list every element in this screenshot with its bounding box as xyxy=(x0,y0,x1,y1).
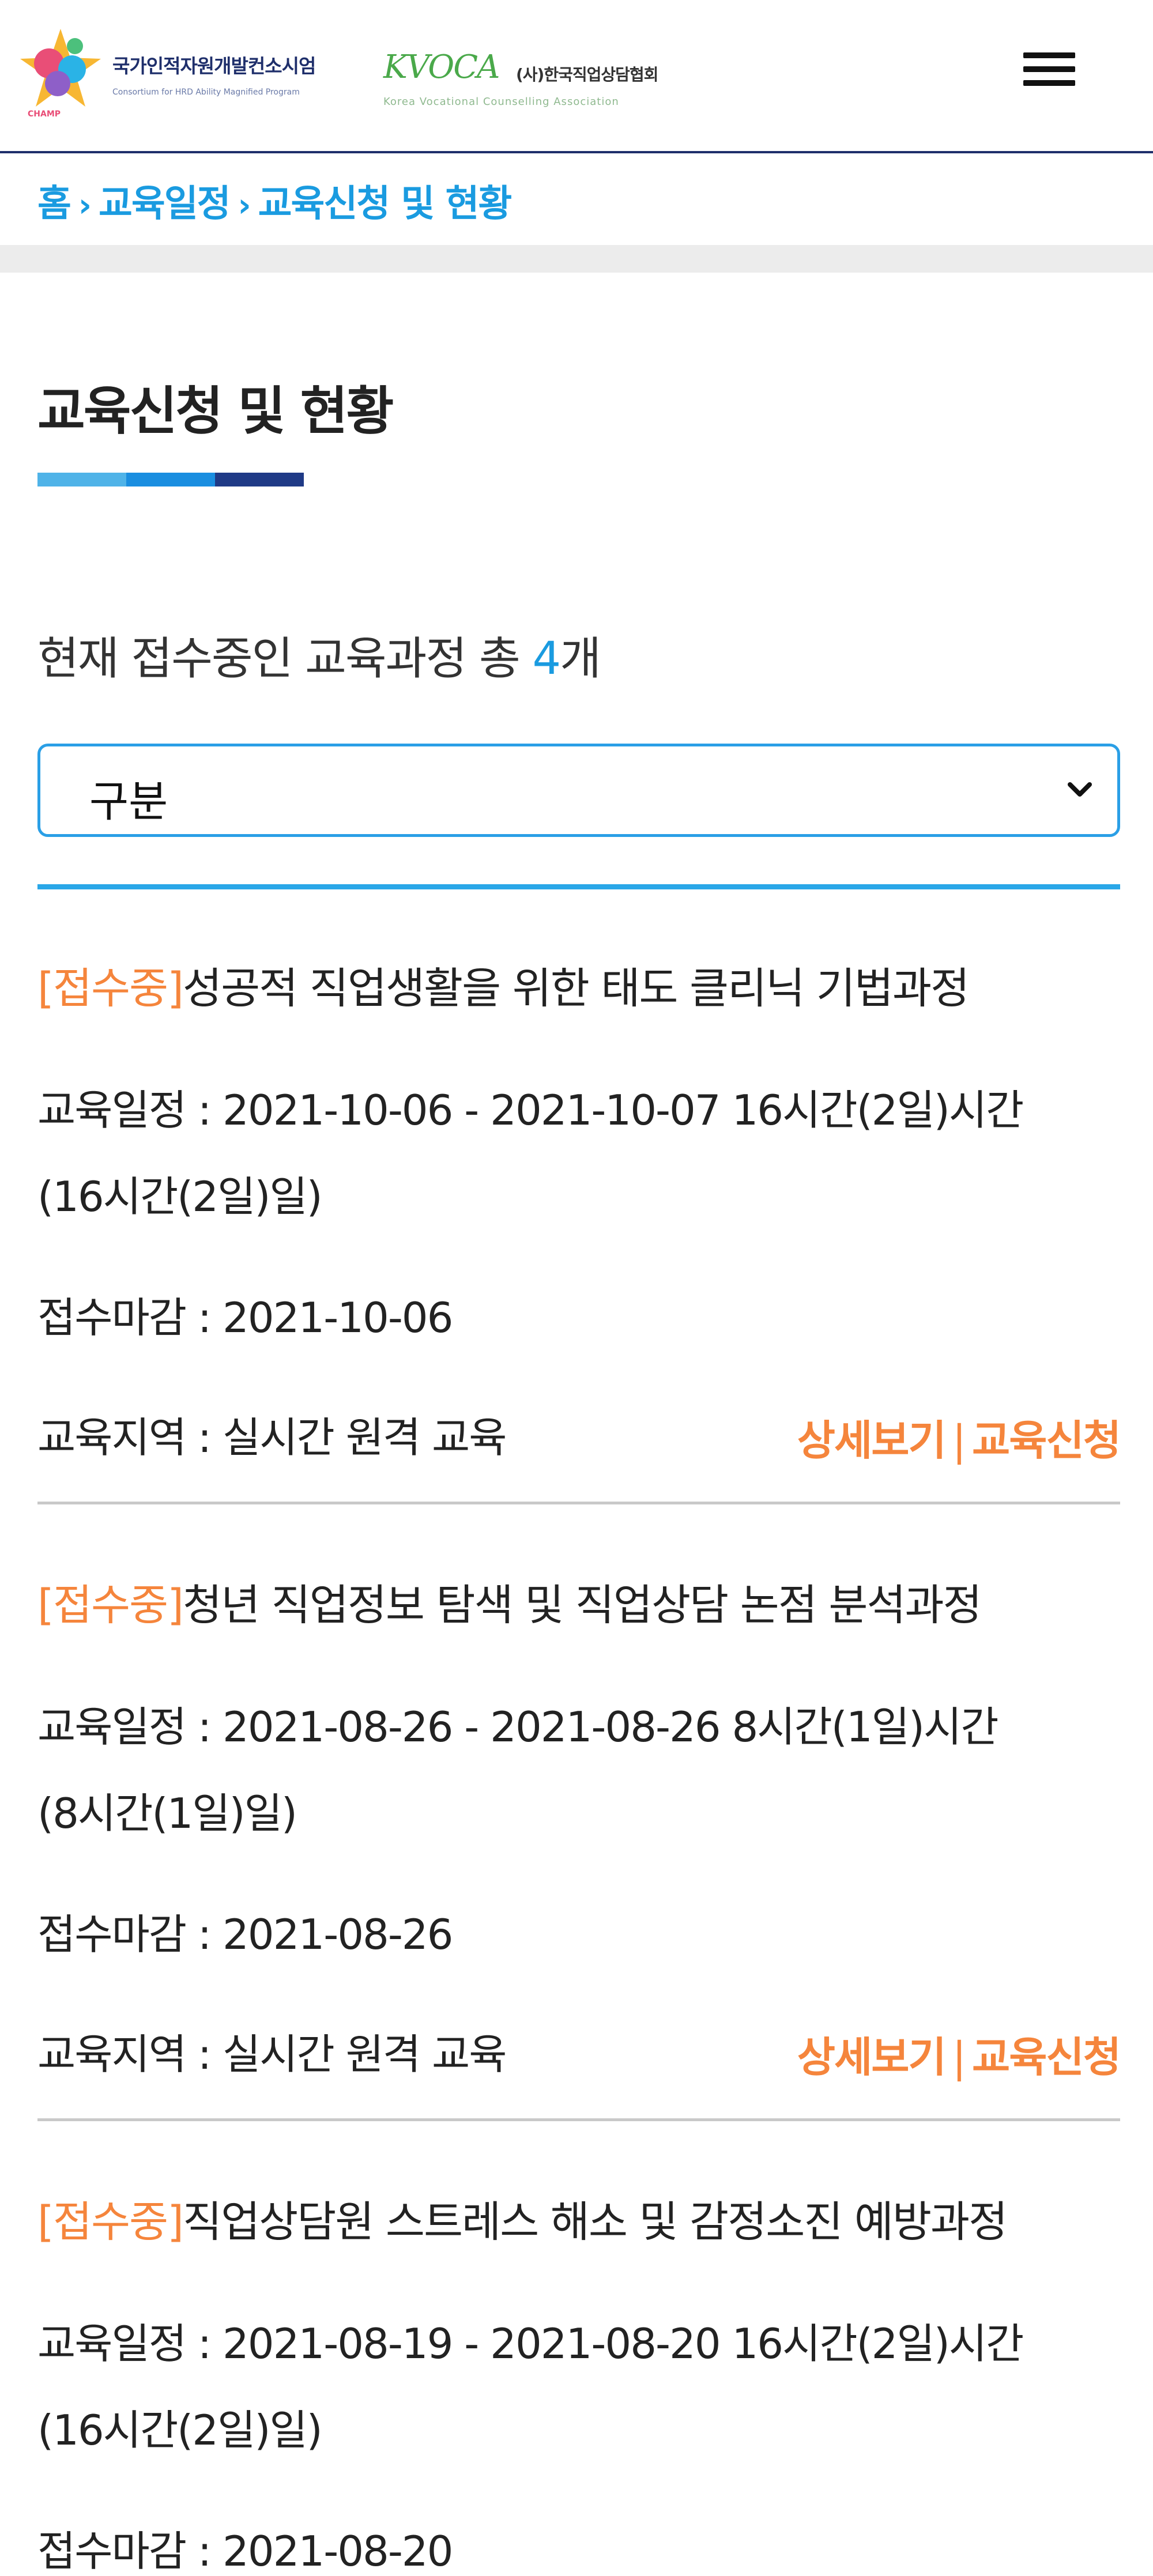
list-top-border xyxy=(37,884,1120,889)
kvoca-org-name: (사)한국직업상담협회 xyxy=(516,65,658,84)
apply-link[interactable]: 교육신청 xyxy=(972,1416,1121,1465)
course-region: 교육지역 : 실시간 원격 교육 xyxy=(37,2030,507,2079)
count-prefix: 현재 접수중인 교육과정 총 xyxy=(37,633,533,685)
course-actions: 상세보기 | 교육신청 xyxy=(797,2033,1121,2081)
status-badge: [접수중] xyxy=(37,1581,184,1630)
page-title: 교육신청 및 현황 xyxy=(37,381,394,442)
course-schedule-duration: (16시간(2일)일) xyxy=(37,1172,323,1221)
breadcrumb-home[interactable]: 홈 xyxy=(37,183,71,225)
breadcrumb-separator: › xyxy=(238,187,251,224)
kvoca-brand: KVOCA xyxy=(383,48,500,86)
kvoca-logo[interactable]: KVOCA (사)한국직업상담협회 Korea Vocational Couns… xyxy=(383,46,718,115)
course-region: 교육지역 : 실시간 원격 교육 xyxy=(37,1413,507,1462)
course-title-text: 직업상담원 스트레스 해소 및 감정소진 예방과정 xyxy=(182,2197,1008,2247)
apply-link[interactable]: 교육신청 xyxy=(972,2033,1121,2081)
course-schedule-duration: (8시간(1일)일) xyxy=(37,1789,297,1838)
detail-link[interactable]: 상세보기 xyxy=(797,2033,947,2081)
menu-bar xyxy=(1023,80,1075,86)
course-divider xyxy=(37,1502,1120,1504)
menu-bar xyxy=(1023,52,1075,58)
category-select[interactable]: 구분 xyxy=(37,744,1120,837)
hrd-logo-subtitle: Consortium for HRD Ability Magnified Pro… xyxy=(112,88,300,97)
site-header: 국가인적자원개발컨소시엄 Consortium for HRD Ability … xyxy=(0,0,1153,153)
champ-star-logo-icon xyxy=(20,29,101,107)
hrd-logo-title: 국가인적자원개발컨소시엄 xyxy=(112,55,316,77)
champ-badge: CHAMP xyxy=(28,110,61,119)
section-divider-band xyxy=(0,245,1153,273)
kvoca-english-name: Korea Vocational Counselling Association xyxy=(383,96,619,108)
course-schedule-duration: (16시간(2일)일) xyxy=(37,2406,323,2454)
course-title-text: 청년 직업정보 탐색 및 직업상담 논점 분석과정 xyxy=(182,1581,982,1630)
course-schedule: 교육일정 : 2021-10-06 - 2021-10-07 16시간(2일)시… xyxy=(37,1086,1024,1134)
course-divider xyxy=(37,2118,1120,2121)
menu-bar xyxy=(1023,66,1075,72)
course-deadline: 접수마감 : 2021-08-20 xyxy=(37,2527,453,2575)
breadcrumb-current[interactable]: 교육신청 및 현황 xyxy=(258,183,513,225)
course-title-text: 성공적 직업생활을 위한 태도 클리닉 기법과정 xyxy=(182,964,970,1013)
course-title[interactable]: [접수중]성공적 직업생활을 위한 태도 클리닉 기법과정 xyxy=(37,954,970,1016)
course-count-text: 현재 접수중인 교육과정 총 4개 xyxy=(37,623,601,687)
category-select-value: 구분 xyxy=(89,777,168,827)
status-badge: [접수중] xyxy=(37,2197,184,2247)
status-badge: [접수중] xyxy=(37,964,184,1013)
title-underline xyxy=(37,473,304,486)
hamburger-menu-icon[interactable] xyxy=(1023,40,1081,98)
course-schedule: 교육일정 : 2021-08-26 - 2021-08-26 8시간(1일)시간 xyxy=(37,1703,998,1751)
detail-link[interactable]: 상세보기 xyxy=(797,1416,947,1465)
course-schedule: 교육일정 : 2021-08-19 - 2021-08-20 16시간(2일)시… xyxy=(37,2319,1024,2368)
count-suffix: 개 xyxy=(560,633,601,685)
breadcrumb-schedule[interactable]: 교육일정 xyxy=(99,183,231,225)
count-number: 4 xyxy=(532,633,562,685)
breadcrumb: 홈 › 교육일정 › 교육신청 및 현황 xyxy=(37,174,513,227)
course-actions: 상세보기 | 교육신청 xyxy=(797,1416,1121,1465)
course-deadline: 접수마감 : 2021-10-06 xyxy=(37,1293,453,1342)
course-title[interactable]: [접수중]청년 직업정보 탐색 및 직업상담 논점 분석과정 xyxy=(37,1571,982,1632)
hrd-consortium-logo[interactable]: 국가인적자원개발컨소시엄 Consortium for HRD Ability … xyxy=(17,23,375,121)
course-title[interactable]: [접수중]직업상담원 스트레스 해소 및 감정소진 예방과정 xyxy=(37,2187,1008,2249)
chevron-down-icon xyxy=(1068,782,1092,797)
breadcrumb-separator: › xyxy=(78,187,92,224)
course-deadline: 접수마감 : 2021-08-26 xyxy=(37,1910,453,1959)
